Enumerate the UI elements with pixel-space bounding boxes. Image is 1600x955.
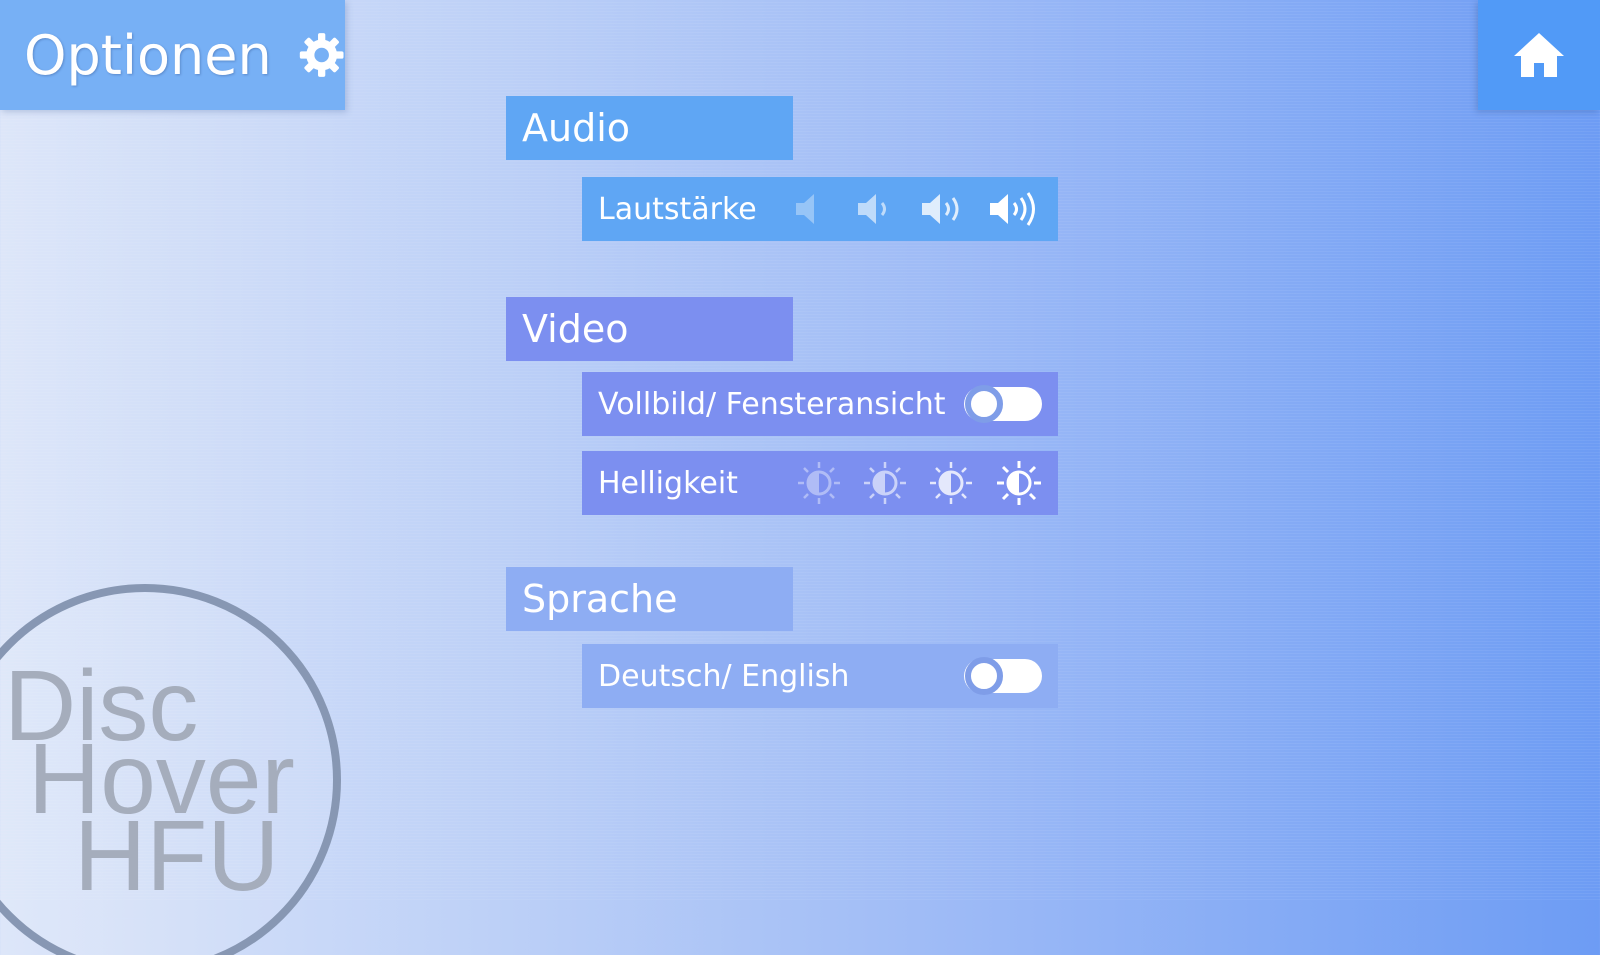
language-label: Deutsch/ English <box>598 658 850 694</box>
home-button[interactable] <box>1478 0 1600 110</box>
section-header-language: Sprache <box>506 567 793 631</box>
speaker-low-icon[interactable] <box>854 189 898 229</box>
brightness-1-icon[interactable] <box>796 460 842 506</box>
section-title-audio: Audio <box>522 106 631 150</box>
logo-text-line3: HFU <box>74 800 280 912</box>
speaker-high-icon[interactable] <box>986 189 1046 229</box>
section-title-video: Video <box>522 307 629 351</box>
brightness-3-icon[interactable] <box>928 460 974 506</box>
section-header-audio: Audio <box>506 96 793 160</box>
section-header-video: Video <box>506 297 793 361</box>
language-row: Deutsch/ English <box>582 644 1058 708</box>
fullscreen-label: Vollbild/ Fensteransicht <box>598 386 946 422</box>
brightness-4-icon[interactable] <box>996 460 1042 506</box>
speaker-medium-icon[interactable] <box>918 189 970 229</box>
volume-selector <box>792 177 1046 241</box>
brightness-selector <box>792 451 1042 515</box>
dischover-logo: Disc Hover HFU <box>0 584 341 955</box>
brightness-2-icon[interactable] <box>862 460 908 506</box>
section-title-language: Sprache <box>522 577 678 621</box>
fullscreen-row: Vollbild/ Fensteransicht <box>582 372 1058 436</box>
volume-label: Lautstärke <box>598 191 757 227</box>
brightness-label: Helligkeit <box>598 465 738 501</box>
language-toggle[interactable] <box>964 657 1042 695</box>
page-title: Optionen <box>24 23 272 87</box>
fullscreen-toggle-knob <box>965 385 1003 423</box>
fullscreen-toggle[interactable] <box>964 385 1042 423</box>
speaker-mute-icon[interactable] <box>792 189 832 229</box>
gear-icon <box>299 33 344 77</box>
title-bar: Optionen <box>0 0 345 110</box>
volume-row: Lautstärke <box>582 177 1058 241</box>
brightness-row: Helligkeit <box>582 451 1058 515</box>
language-toggle-knob <box>965 657 1003 695</box>
home-icon <box>1514 33 1564 77</box>
